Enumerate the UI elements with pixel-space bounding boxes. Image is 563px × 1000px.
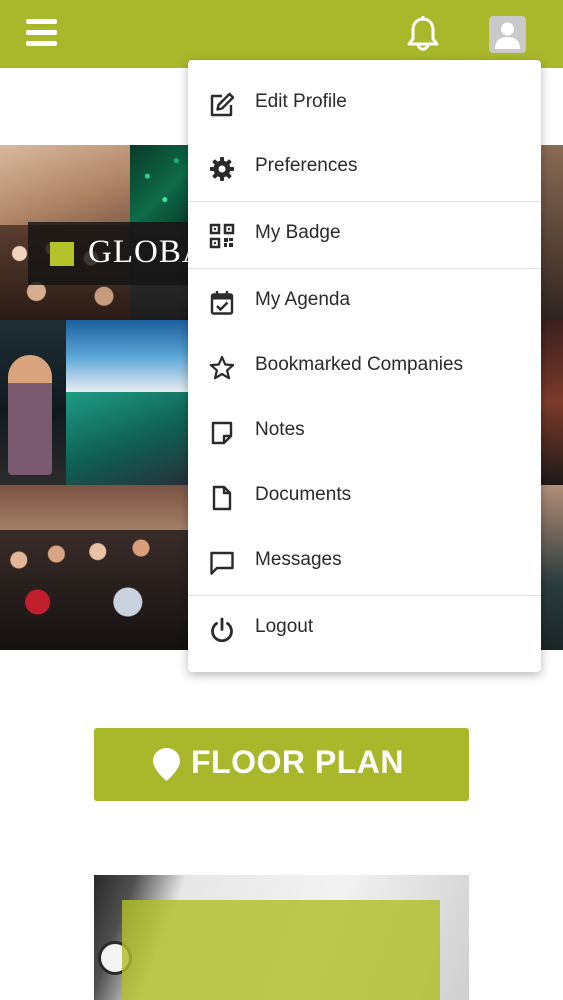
message-icon: [210, 551, 234, 575]
photo-attendees-standing: [0, 485, 188, 650]
menu-item-logout[interactable]: Logout: [188, 597, 541, 661]
menu-item-label: Edit Profile: [255, 91, 347, 112]
menu-item-label: Bookmarked Companies: [255, 354, 464, 375]
photo-speaker: [0, 320, 66, 485]
menu-item-label: Messages: [255, 549, 342, 570]
map-pin-icon: [153, 748, 180, 781]
menu-item-messages[interactable]: Messages: [188, 530, 541, 594]
promo-green-overlay: [122, 900, 440, 1000]
promo-image[interactable]: [94, 875, 469, 1000]
floor-plan-label: FLOOR PLAN: [191, 744, 404, 780]
menu-divider: [188, 201, 541, 202]
top-app-bar: [0, 0, 563, 68]
gear-icon: [210, 157, 234, 181]
menu-item-label: Documents: [255, 484, 352, 505]
bell-icon[interactable]: [406, 15, 440, 52]
qr-code-icon: [209, 223, 235, 249]
edit-icon: [210, 92, 235, 117]
menu-item-my-agenda[interactable]: My Agenda: [188, 270, 541, 334]
photo-edge-middle: [541, 320, 563, 485]
floor-plan-button[interactable]: FLOOR PLAN: [94, 728, 469, 801]
menu-item-label: My Agenda: [255, 289, 351, 310]
menu-item-bookmarked-companies[interactable]: Bookmarked Companies: [188, 335, 541, 399]
menu-item-preferences[interactable]: Preferences: [188, 136, 541, 200]
photo-edge-top: [541, 145, 563, 320]
menu-item-edit-profile[interactable]: Edit Profile: [188, 72, 541, 136]
photo-green-lights: [130, 145, 188, 223]
menu-item-label: Preferences: [255, 155, 358, 176]
note-icon: [211, 421, 233, 445]
star-icon: [209, 355, 235, 380]
user-dropdown-menu: Edit Profile Preferences My Badge My Age…: [188, 60, 541, 672]
menu-item-notes[interactable]: Notes: [188, 400, 541, 464]
photo-exhibition-stand: [66, 392, 188, 485]
menu-item-documents[interactable]: Documents: [188, 465, 541, 529]
menu-divider: [188, 268, 541, 269]
photo-presentation-screen: [66, 320, 188, 392]
menu-item-my-badge[interactable]: My Badge: [188, 203, 541, 267]
photo-edge-bottom: [541, 485, 563, 650]
logo-square-mark: [50, 242, 74, 266]
menu-item-label: Logout: [255, 616, 314, 637]
user-avatar-icon[interactable]: [489, 16, 526, 53]
menu-item-label: Notes: [255, 419, 305, 440]
hamburger-menu-icon[interactable]: [26, 19, 57, 47]
document-icon: [212, 485, 232, 511]
menu-item-label: My Badge: [255, 222, 341, 243]
event-logo-banner: GLOBA: [28, 222, 208, 285]
power-icon: [211, 617, 233, 643]
calendar-check-icon: [210, 291, 234, 315]
menu-divider: [188, 595, 541, 596]
